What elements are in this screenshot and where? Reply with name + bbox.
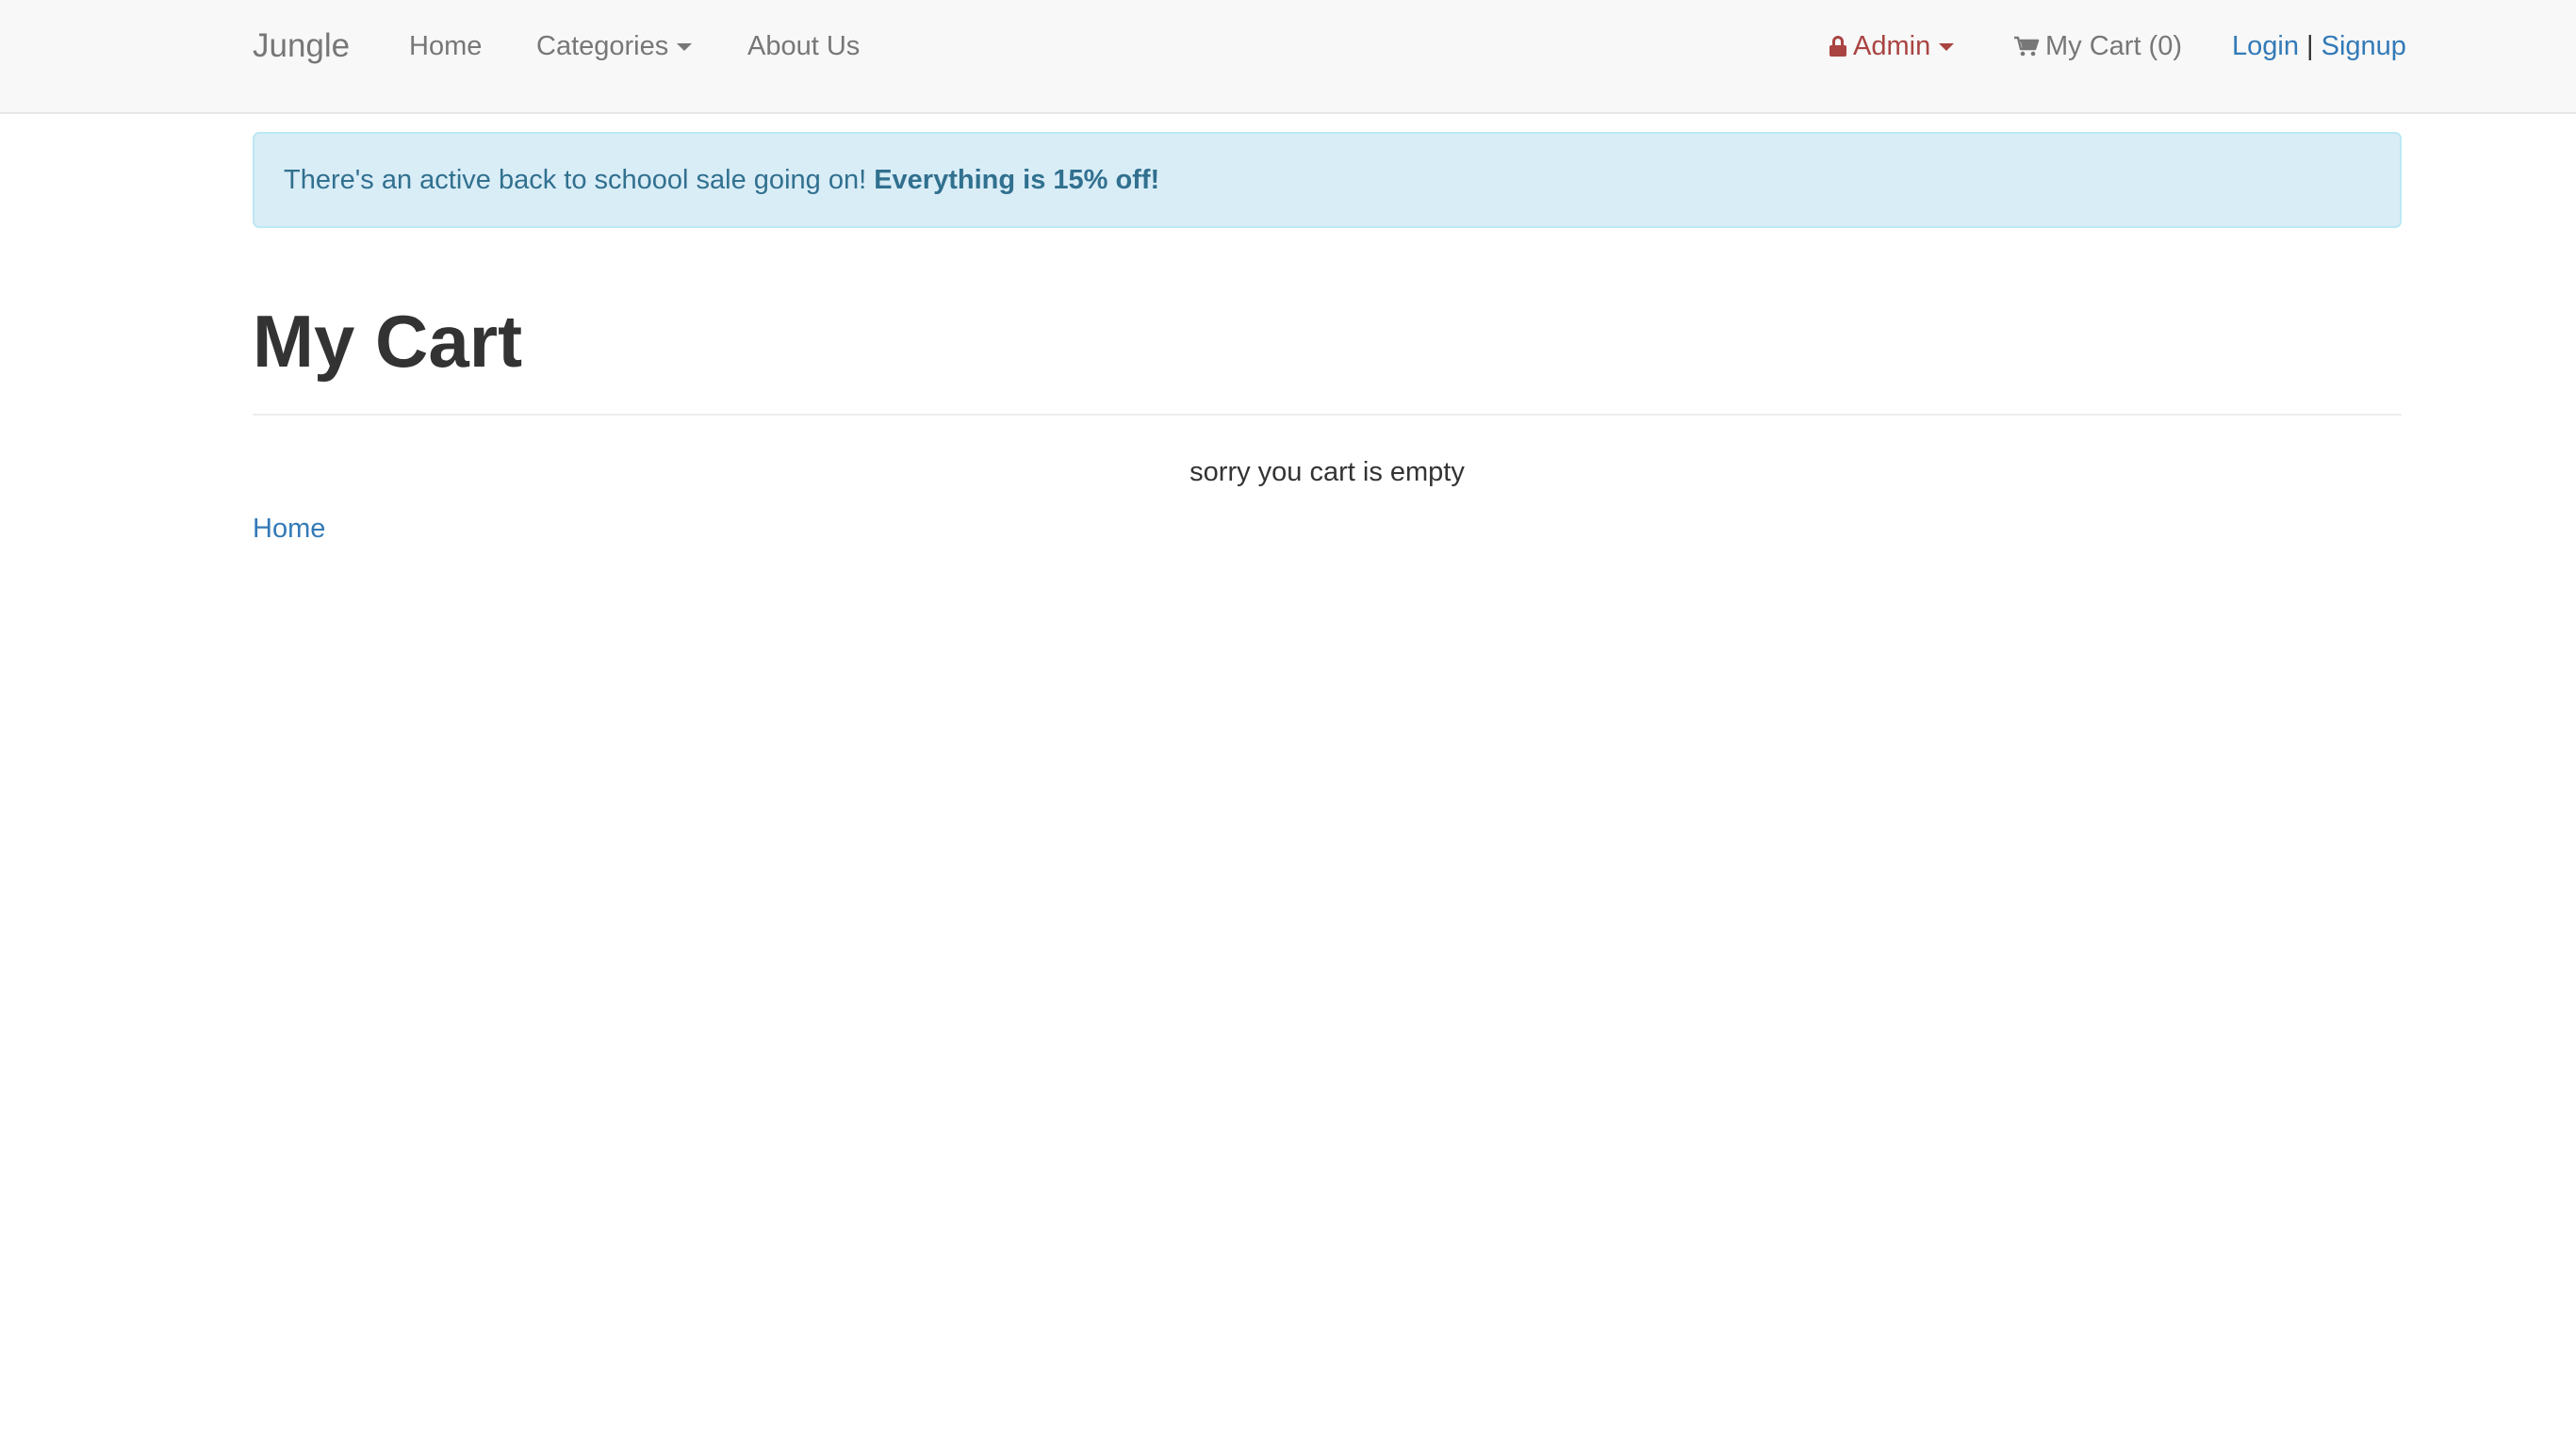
nav-home-link[interactable]: Home [409, 0, 482, 92]
sale-alert-text: There's an active back to schoool sale g… [284, 165, 875, 195]
auth-separator: | [2306, 31, 2314, 61]
signup-link[interactable]: Signup [2322, 31, 2406, 61]
shopping-cart-icon [2014, 36, 2040, 57]
my-cart-link[interactable]: My Cart (0) [2013, 0, 2182, 92]
auth-links: Login | Signup [2232, 0, 2406, 92]
home-link[interactable]: Home [253, 509, 325, 548]
my-cart-label: My Cart (0) [2045, 31, 2182, 61]
caret-down-icon [1939, 43, 1955, 52]
sale-alert-emphasis: Everything is 15% off! [874, 165, 1160, 195]
nav-about-link[interactable]: About Us [747, 0, 860, 92]
admin-dropdown[interactable]: Admin [1829, 0, 1955, 92]
brand-link[interactable]: Jungle [253, 0, 350, 92]
top-navbar: Jungle Home Categories About Us Admin My… [0, 0, 2576, 114]
empty-cart-message: sorry you cart is empty [1190, 457, 1465, 487]
login-link[interactable]: Login [2232, 31, 2299, 61]
title-divider [253, 414, 2402, 416]
admin-label: Admin [1853, 31, 1931, 61]
sale-alert: There's an active back to schoool sale g… [253, 132, 2402, 228]
categories-label: Categories [536, 31, 669, 61]
lock-icon [1829, 36, 1846, 57]
page-title: My Cart [253, 300, 523, 383]
caret-down-icon [677, 43, 693, 52]
categories-dropdown[interactable]: Categories [536, 0, 693, 92]
